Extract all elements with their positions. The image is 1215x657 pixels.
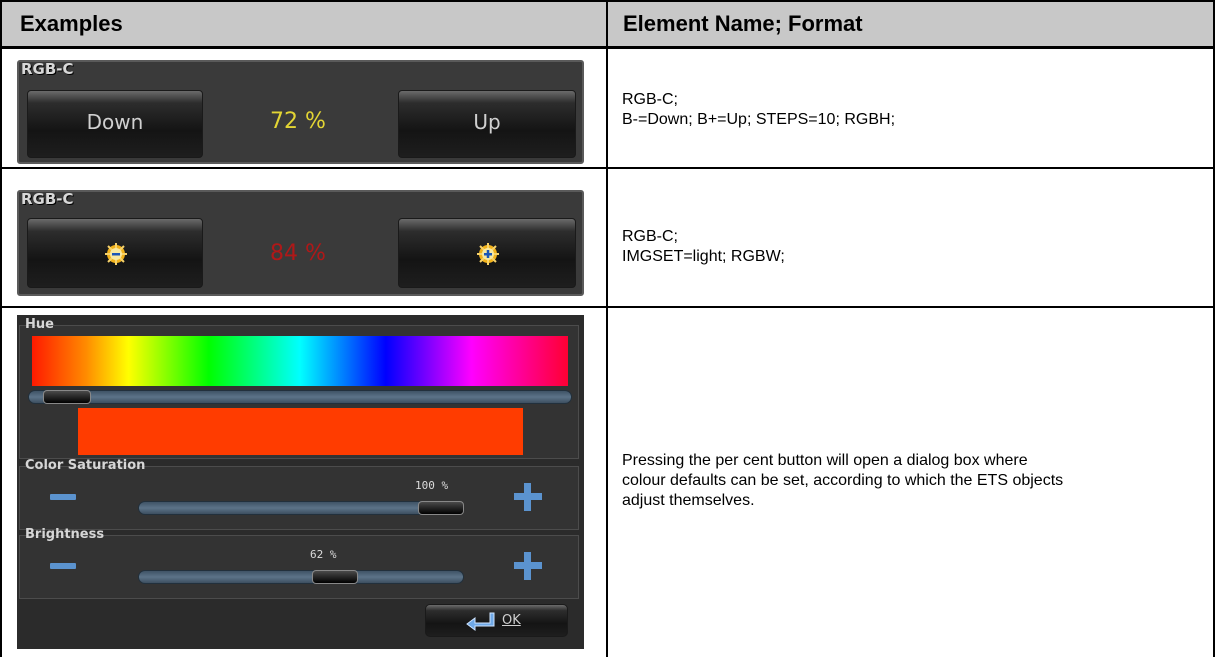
decrease-button[interactable] xyxy=(27,218,203,288)
header-examples-label: Examples xyxy=(20,11,123,36)
up-button-label: Up xyxy=(473,110,501,134)
hue-slider-knob[interactable] xyxy=(42,390,91,404)
row1-description: RGB-C; B-=Down; B+=Up; STEPS=10; RGBH; xyxy=(622,90,895,130)
hue-label: Hue xyxy=(25,317,54,332)
row3-desc-line1: Pressing the per cent button will open a… xyxy=(622,452,1028,469)
row3-desc-line3: adjust themselves. xyxy=(622,492,755,509)
hue-slider-track[interactable] xyxy=(28,390,572,404)
minus-icon[interactable] xyxy=(50,563,76,569)
widget-title: RGB-C xyxy=(21,190,74,208)
return-arrow-icon xyxy=(466,612,495,631)
rgb-c-widget-text: RGB-C Down 72 % Up xyxy=(17,60,584,164)
down-button-label: Down xyxy=(86,110,144,134)
saturation-slider-knob[interactable] xyxy=(418,501,464,515)
widget-title: RGB-C xyxy=(21,60,74,78)
brightness-slider-track[interactable] xyxy=(138,570,464,584)
plus-icon[interactable] xyxy=(514,483,542,511)
row2-description: RGB-C; IMGSET=light; RGBW; xyxy=(622,227,785,267)
percent-value[interactable]: 72 % xyxy=(270,109,326,134)
row1-desc-line1: RGB-C; xyxy=(622,91,678,108)
rgb-c-widget-icons: RGB-C 84 % xyxy=(17,190,584,296)
selected-color-swatch xyxy=(78,408,523,455)
increase-button[interactable] xyxy=(398,218,576,288)
header-element-name: Element Name; Format xyxy=(608,2,1213,46)
column-divider xyxy=(606,0,608,657)
ok-label: OK xyxy=(502,613,521,628)
brightness-slider-knob[interactable] xyxy=(311,570,358,584)
format-table: Examples Element Name; Format RGB-C Down… xyxy=(0,0,1215,657)
brightness-value: 62 % xyxy=(310,548,337,561)
saturation-label: Color Saturation xyxy=(25,458,146,473)
saturation-value: 100 % xyxy=(415,479,449,492)
saturation-slider-track[interactable] xyxy=(138,501,464,515)
ok-button[interactable]: OK xyxy=(425,604,568,637)
table-border-left xyxy=(0,0,2,657)
hue-spectrum[interactable] xyxy=(32,336,568,386)
minus-icon[interactable] xyxy=(50,494,76,500)
row3-desc-line2: colour defaults can be set, according to… xyxy=(622,472,1064,489)
sun-minus-icon xyxy=(105,243,127,265)
row3-description: Pressing the per cent button will open a… xyxy=(622,451,1063,511)
row2-desc-line1: RGB-C; xyxy=(622,228,678,245)
brightness-label: Brightness xyxy=(25,527,105,542)
row1-desc-line2: B-=Down; B+=Up; STEPS=10; RGBH; xyxy=(622,111,896,128)
brightness-group: Brightness 62 % xyxy=(19,527,579,599)
plus-icon[interactable] xyxy=(514,552,542,580)
sun-plus-icon xyxy=(477,243,499,265)
hue-group: Hue xyxy=(19,317,579,459)
header-element-name-label: Element Name; Format xyxy=(623,11,863,36)
color-dialog: Hue Color Saturation 100 % Brightness 62… xyxy=(17,315,584,649)
percent-value[interactable]: 84 % xyxy=(270,241,326,266)
header-examples: Examples xyxy=(2,2,606,46)
row2-desc-line2: IMGSET=light; RGBW; xyxy=(622,248,785,265)
up-button[interactable]: Up xyxy=(398,90,576,158)
down-button[interactable]: Down xyxy=(27,90,203,158)
saturation-group: Color Saturation 100 % xyxy=(19,458,579,530)
